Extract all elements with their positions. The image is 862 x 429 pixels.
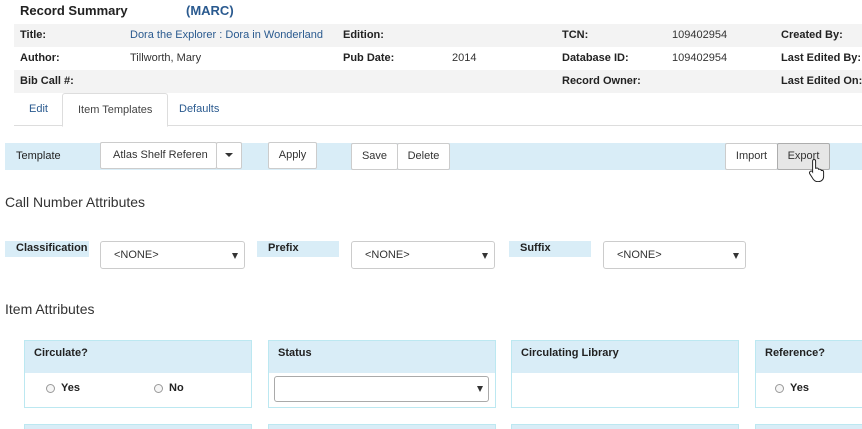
prefix-value: <NONE> bbox=[365, 249, 410, 261]
template-dropdown-button[interactable] bbox=[216, 142, 242, 169]
pub-date-label: Pub Date: bbox=[343, 52, 395, 64]
circulating-library-label: Circulating Library bbox=[512, 341, 738, 373]
summary-row-3: Bib Call #: Record Owner: Last Edited On… bbox=[14, 70, 862, 93]
radio-icon bbox=[775, 383, 784, 393]
last-edited-by-label: Last Edited By: bbox=[781, 52, 862, 64]
dropdown-arrow-icon bbox=[232, 253, 238, 259]
item-attributes-heading: Item Attributes bbox=[5, 301, 95, 317]
suffix-label: Suffix bbox=[509, 241, 591, 257]
last-edited-on-label: Last Edited On: bbox=[781, 75, 862, 87]
circulate-yes-radio[interactable]: Yes bbox=[46, 382, 80, 394]
summary-title: Record Summary bbox=[20, 3, 128, 18]
record-owner-label: Record Owner: bbox=[562, 75, 641, 87]
title-value-link[interactable]: Dora the Explorer : Dora in Wonderland bbox=[130, 29, 323, 41]
tcn-label: TCN: bbox=[562, 29, 589, 41]
editor-tabs: Edit Item Templates Defaults bbox=[14, 93, 862, 127]
dropdown-arrow-icon bbox=[733, 253, 739, 259]
tab-item-templates[interactable]: Item Templates bbox=[62, 93, 169, 127]
circulate-yes-label: Yes bbox=[61, 382, 80, 394]
created-by-label: Created By: bbox=[781, 29, 843, 41]
dropdown-arrow-icon bbox=[482, 253, 488, 259]
summary-row-2: Author: Tillworth, Mary Pub Date: 2014 D… bbox=[14, 47, 862, 70]
prefix-label: Prefix bbox=[257, 241, 339, 257]
chevron-down-icon bbox=[225, 153, 233, 158]
circulate-card: Circulate? Yes No bbox=[24, 340, 252, 408]
database-id-value: 109402954 bbox=[672, 52, 728, 64]
tab-edit[interactable]: Edit bbox=[14, 93, 63, 126]
reference-card: Reference? Yes bbox=[755, 340, 862, 408]
circulate-no-radio[interactable]: No bbox=[154, 382, 184, 394]
status-label: Status bbox=[269, 341, 495, 373]
summary-row-1: Title: Dora the Explorer : Dora in Wonde… bbox=[14, 24, 862, 47]
pub-date-value: 2014 bbox=[452, 52, 477, 64]
save-button[interactable]: Save bbox=[351, 143, 398, 170]
template-label: Template bbox=[16, 150, 61, 162]
reference-yes-label: Yes bbox=[790, 382, 809, 394]
call-number-heading: Call Number Attributes bbox=[5, 194, 146, 210]
prefix-select[interactable]: <NONE> bbox=[351, 241, 495, 269]
marc-link[interactable]: (MARC) bbox=[186, 3, 234, 18]
radio-icon bbox=[154, 383, 163, 393]
delete-button[interactable]: Delete bbox=[397, 143, 450, 170]
suffix-value: <NONE> bbox=[617, 249, 662, 261]
template-select-button[interactable]: Atlas Shelf Referen bbox=[100, 142, 217, 169]
classification-select[interactable]: <NONE> bbox=[100, 241, 245, 269]
tab-defaults[interactable]: Defaults bbox=[164, 93, 234, 126]
author-value: Tillworth, Mary bbox=[130, 52, 202, 64]
bib-call-label: Bib Call #: bbox=[20, 75, 74, 87]
attribute-card-stub bbox=[268, 424, 496, 429]
title-label: Title: bbox=[20, 29, 47, 41]
circulate-no-label: No bbox=[169, 382, 184, 394]
edition-label: Edition: bbox=[343, 29, 384, 41]
radio-icon bbox=[46, 383, 55, 393]
status-select[interactable] bbox=[274, 376, 489, 402]
apply-button[interactable]: Apply bbox=[268, 142, 317, 169]
suffix-select[interactable]: <NONE> bbox=[603, 241, 746, 269]
circulating-library-card: Circulating Library bbox=[511, 340, 739, 408]
circulate-label: Circulate? bbox=[25, 341, 251, 373]
tcn-value: 109402954 bbox=[672, 29, 728, 41]
classification-label: Classification bbox=[5, 241, 89, 257]
database-id-label: Database ID: bbox=[562, 52, 629, 64]
status-card: Status bbox=[268, 340, 496, 408]
classification-value: <NONE> bbox=[114, 249, 159, 261]
attribute-card-stub bbox=[24, 424, 252, 429]
dropdown-arrow-icon bbox=[477, 386, 483, 392]
author-label: Author: bbox=[20, 52, 60, 64]
reference-label: Reference? bbox=[756, 341, 862, 373]
import-button[interactable]: Import bbox=[725, 143, 778, 170]
reference-yes-radio[interactable]: Yes bbox=[775, 382, 809, 394]
attribute-card-stub bbox=[755, 424, 862, 429]
attribute-card-stub bbox=[511, 424, 739, 429]
hand-cursor-icon bbox=[808, 158, 825, 182]
